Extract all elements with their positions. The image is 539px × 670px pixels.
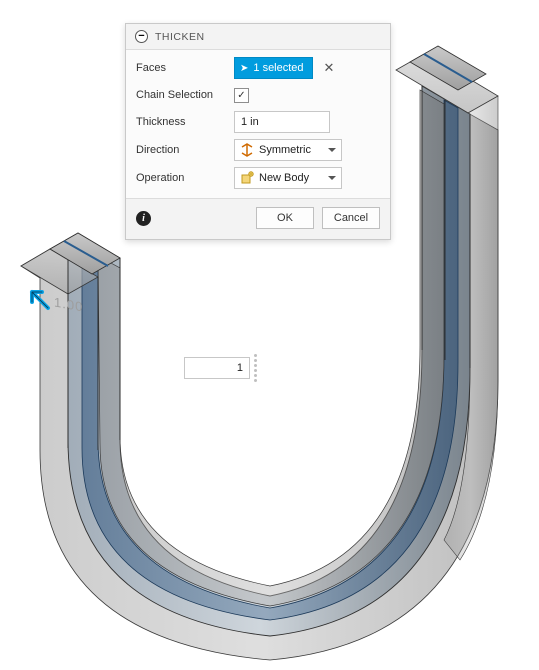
dialog-footer: i OK Cancel (126, 198, 390, 239)
dialog-header: − THICKEN (126, 24, 390, 50)
drag-grip-icon[interactable] (254, 354, 262, 382)
chain-label: Chain Selection (136, 89, 234, 101)
cursor-icon: ➤ (240, 63, 248, 74)
chevron-down-icon (328, 148, 336, 152)
cancel-button[interactable]: Cancel (322, 207, 380, 229)
operation-dropdown[interactable]: New Body (234, 167, 342, 189)
chevron-down-icon (328, 176, 336, 180)
dialog-title: THICKEN (155, 31, 205, 43)
symmetric-icon (240, 143, 254, 157)
new-body-icon (240, 171, 254, 185)
faces-selection-button[interactable]: ➤ 1 selected (234, 57, 313, 79)
thickness-label: Thickness (136, 116, 234, 128)
faces-selection-text: 1 selected (253, 62, 303, 74)
row-chain: Chain Selection ✓ (136, 82, 380, 108)
thicken-dialog: − THICKEN Faces ➤ 1 selected ✕ Chain Sel… (125, 23, 391, 240)
inline-value-editor (184, 354, 262, 382)
direction-dropdown[interactable]: Symmetric (234, 139, 342, 161)
direction-value: Symmetric (259, 144, 323, 156)
direction-manipulator[interactable] (26, 286, 54, 317)
operation-value: New Body (259, 172, 323, 184)
clear-selection-button[interactable]: ✕ (320, 60, 339, 76)
row-thickness: Thickness (136, 108, 380, 136)
inline-value-input[interactable] (184, 357, 250, 379)
direction-label: Direction (136, 144, 234, 156)
collapse-button[interactable]: − (135, 30, 148, 43)
faces-label: Faces (136, 62, 234, 74)
info-icon[interactable]: i (136, 211, 151, 226)
row-faces: Faces ➤ 1 selected ✕ (136, 54, 380, 82)
ok-button[interactable]: OK (256, 207, 314, 229)
chain-checkbox[interactable]: ✓ (234, 88, 249, 103)
operation-label: Operation (136, 172, 234, 184)
thickness-input[interactable] (234, 111, 330, 133)
row-operation: Operation New Body (136, 164, 380, 192)
row-direction: Direction Symmetric (136, 136, 380, 164)
